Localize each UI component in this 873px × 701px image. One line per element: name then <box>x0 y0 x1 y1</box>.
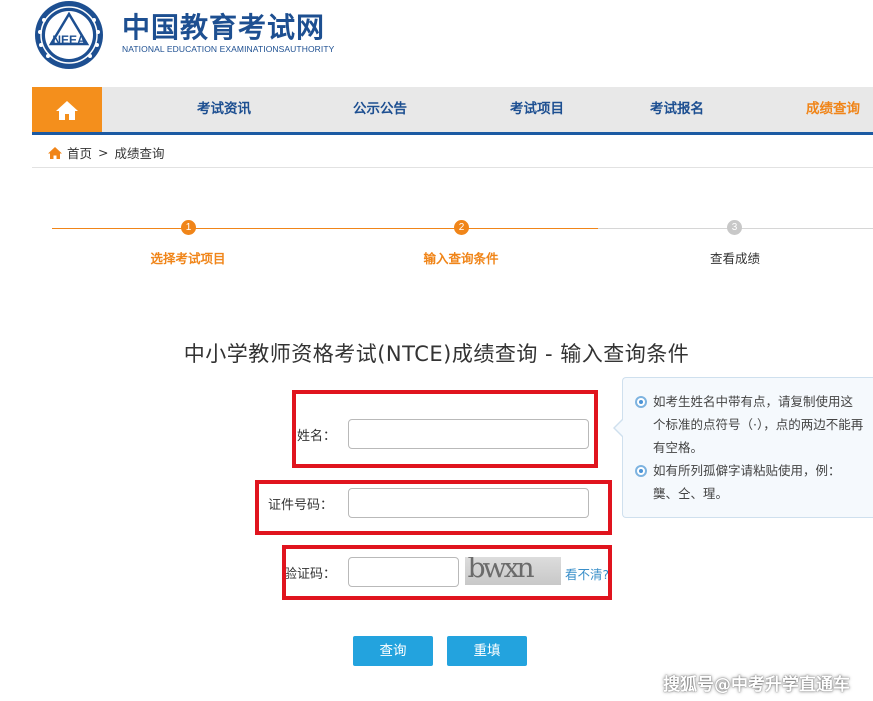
step-progress-done <box>52 228 598 229</box>
logo-text: NEEA <box>52 33 86 47</box>
name-label: 姓名： <box>297 429 337 444</box>
step-1-label: 选择考试项目 <box>150 251 226 266</box>
id-number-input[interactable] <box>348 488 589 518</box>
step-3-label: 查看成绩 <box>709 251 761 266</box>
breadcrumb-divider <box>32 167 873 168</box>
reset-button[interactable]: 重填 <box>447 636 527 666</box>
tip-text-dot-symbol: 如考生姓名中带有点，请复制使用这个标准的点符号（·），点的两边不能再有空格。 <box>653 394 864 455</box>
name-input[interactable] <box>348 419 589 449</box>
highlight-box-captcha <box>282 545 612 600</box>
breadcrumb-current: 成绩查询 <box>114 146 165 161</box>
step-1-badge: 1 <box>181 220 196 235</box>
nav-home-button[interactable] <box>32 87 102 132</box>
site-subtitle: NATIONAL EDUCATION EXAMINATIONSAUTHORITY <box>122 44 335 54</box>
step-2-badge: 2 <box>454 220 469 235</box>
site-title: 中国教育考试网 <box>122 11 326 44</box>
tips-arrow-inner <box>615 419 624 437</box>
breadcrumb: 首页 > 成绩查询 <box>47 143 165 162</box>
nav-item-registration[interactable]: 考试报名 <box>650 87 704 132</box>
breadcrumb-separator: > <box>98 145 109 160</box>
tip-item: 如有所列孤僻字请粘贴使用，例：龑、仝、瑆。 <box>633 459 865 505</box>
main-nav: 考试资讯 公示公告 考试项目 考试报名 成绩查询 <box>32 87 873 135</box>
nav-item-announcements[interactable]: 公示公告 <box>353 87 407 132</box>
nav-item-exam-news[interactable]: 考试资讯 <box>197 87 251 132</box>
tip-text-rare-chars: 如有所列孤僻字请粘贴使用，例：龑、仝、瑆。 <box>653 463 841 501</box>
step-3-badge: 3 <box>727 220 742 235</box>
radio-dot-icon <box>635 396 647 408</box>
tip-item: 如考生姓名中带有点，请复制使用这个标准的点符号（·），点的两边不能再有空格。 <box>633 390 865 459</box>
nav-item-exam-projects[interactable]: 考试项目 <box>510 87 564 132</box>
submit-button[interactable]: 查询 <box>353 636 433 666</box>
nav-item-score-query[interactable]: 成绩查询 <box>806 87 860 132</box>
neea-logo: NEEA <box>35 1 103 69</box>
step-2-label: 输入查询条件 <box>423 251 499 266</box>
home-icon <box>48 146 62 159</box>
breadcrumb-home-link[interactable]: 首页 <box>67 143 92 162</box>
radio-dot-icon <box>635 465 647 477</box>
watermark: 搜狐号@中考升学直通车 <box>663 675 850 695</box>
home-icon <box>56 100 78 120</box>
id-label: 证件号码： <box>268 498 334 513</box>
form-title: 中小学教师资格考试(NTCE)成绩查询 - 输入查询条件 <box>183 342 690 366</box>
tips-panel: 如考生姓名中带有点，请复制使用这个标准的点符号（·），点的两边不能再有空格。 如… <box>622 377 873 518</box>
